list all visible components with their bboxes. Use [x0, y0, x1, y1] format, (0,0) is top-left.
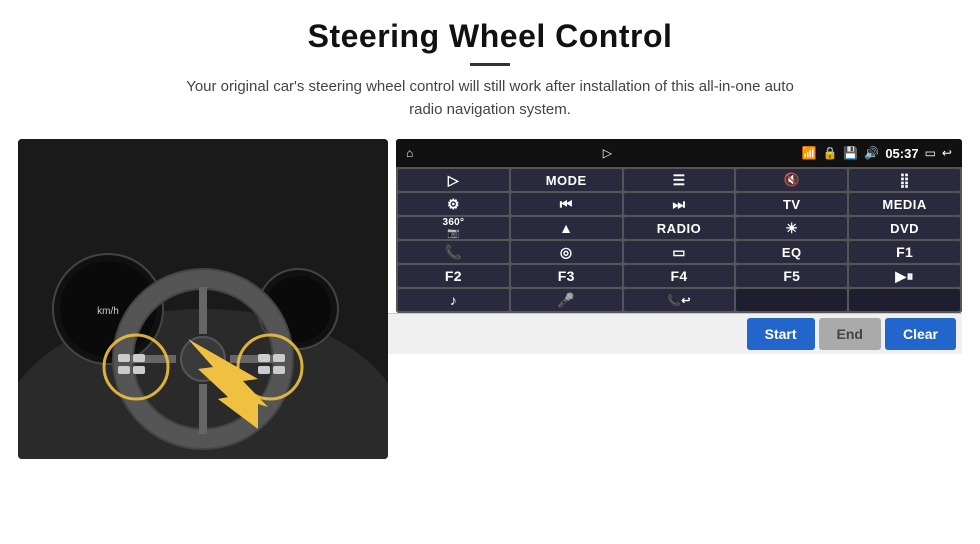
- btn-radio[interactable]: RADIO: [624, 217, 735, 239]
- home-icon[interactable]: ⌂: [406, 146, 413, 160]
- btn-mode[interactable]: MODE: [511, 169, 622, 191]
- clear-button[interactable]: Clear: [885, 318, 956, 350]
- page: Steering Wheel Control Your original car…: [0, 0, 980, 544]
- btn-eq[interactable]: EQ: [736, 241, 847, 263]
- btn-prev[interactable]: ⏮: [511, 193, 622, 215]
- wifi-icon: 📶: [802, 146, 817, 160]
- back-icon: ↩: [942, 146, 952, 160]
- btn-empty1: [736, 289, 847, 311]
- btn-media[interactable]: MEDIA: [849, 193, 960, 215]
- btn-apps[interactable]: ⣿: [849, 169, 960, 191]
- status-icons: 📶 🔒 💾 🔊 05:37 ▭ ↩: [802, 146, 952, 161]
- btn-360[interactable]: 360°📷: [398, 217, 509, 239]
- svg-text:km/h: km/h: [97, 306, 119, 317]
- content-area: km/h: [0, 139, 980, 544]
- window-icon: ▭: [925, 146, 936, 160]
- btn-f1[interactable]: F1: [849, 241, 960, 263]
- status-bar: ⌂ ▷ 📶 🔒 💾 🔊 05:37 ▭ ↩: [396, 139, 962, 167]
- page-title: Steering Wheel Control: [0, 18, 980, 55]
- btn-swipe[interactable]: ◎: [511, 241, 622, 263]
- btn-f4[interactable]: F4: [624, 265, 735, 287]
- btn-f5[interactable]: F5: [736, 265, 847, 287]
- btn-screen[interactable]: ▭: [624, 241, 735, 263]
- btn-play-pause[interactable]: ▶⏸: [849, 265, 960, 287]
- btn-f3[interactable]: F3: [511, 265, 622, 287]
- panel-wrapper: ⌂ ▷ 📶 🔒 💾 🔊 05:37 ▭ ↩ ▷: [388, 139, 962, 354]
- header-description: Your original car's steering wheel contr…: [170, 76, 810, 121]
- btn-tv[interactable]: TV: [736, 193, 847, 215]
- controls-panel: ⌂ ▷ 📶 🔒 💾 🔊 05:37 ▭ ↩ ▷: [396, 139, 962, 313]
- btn-f2[interactable]: F2: [398, 265, 509, 287]
- btn-brightness[interactable]: ☀: [736, 217, 847, 239]
- end-button[interactable]: End: [819, 318, 881, 350]
- storage-icon: 💾: [843, 146, 858, 160]
- nav-icon: ▷: [603, 146, 612, 160]
- btn-eject[interactable]: ▲: [511, 217, 622, 239]
- btn-phone[interactable]: 📞: [398, 241, 509, 263]
- title-divider: [470, 63, 510, 66]
- btn-dvd[interactable]: DVD: [849, 217, 960, 239]
- btn-mute[interactable]: 🔇: [736, 169, 847, 191]
- btn-settings[interactable]: ⚙: [398, 193, 509, 215]
- header-section: Steering Wheel Control Your original car…: [0, 0, 980, 129]
- lock-icon: 🔒: [822, 146, 837, 160]
- clock: 05:37: [885, 146, 918, 161]
- btn-navigate[interactable]: ▷: [398, 169, 509, 191]
- btn-music[interactable]: ♪: [398, 289, 509, 311]
- btn-call-end[interactable]: 📞↩: [624, 289, 735, 311]
- car-image: km/h: [18, 139, 388, 459]
- btn-empty2: [849, 289, 960, 311]
- btn-list[interactable]: ☰: [624, 169, 735, 191]
- btn-mic[interactable]: 🎤: [511, 289, 622, 311]
- bottom-bar: Start End Clear: [388, 313, 962, 354]
- start-button[interactable]: Start: [747, 318, 815, 350]
- btn-next[interactable]: ⏭: [624, 193, 735, 215]
- button-grid: ▷ MODE ☰ 🔇 ⣿ ⚙ ⏮ ⏭ TV MEDIA 360°📷 ▲ RADI…: [396, 167, 962, 313]
- bluetooth-icon: 🔊: [864, 146, 879, 160]
